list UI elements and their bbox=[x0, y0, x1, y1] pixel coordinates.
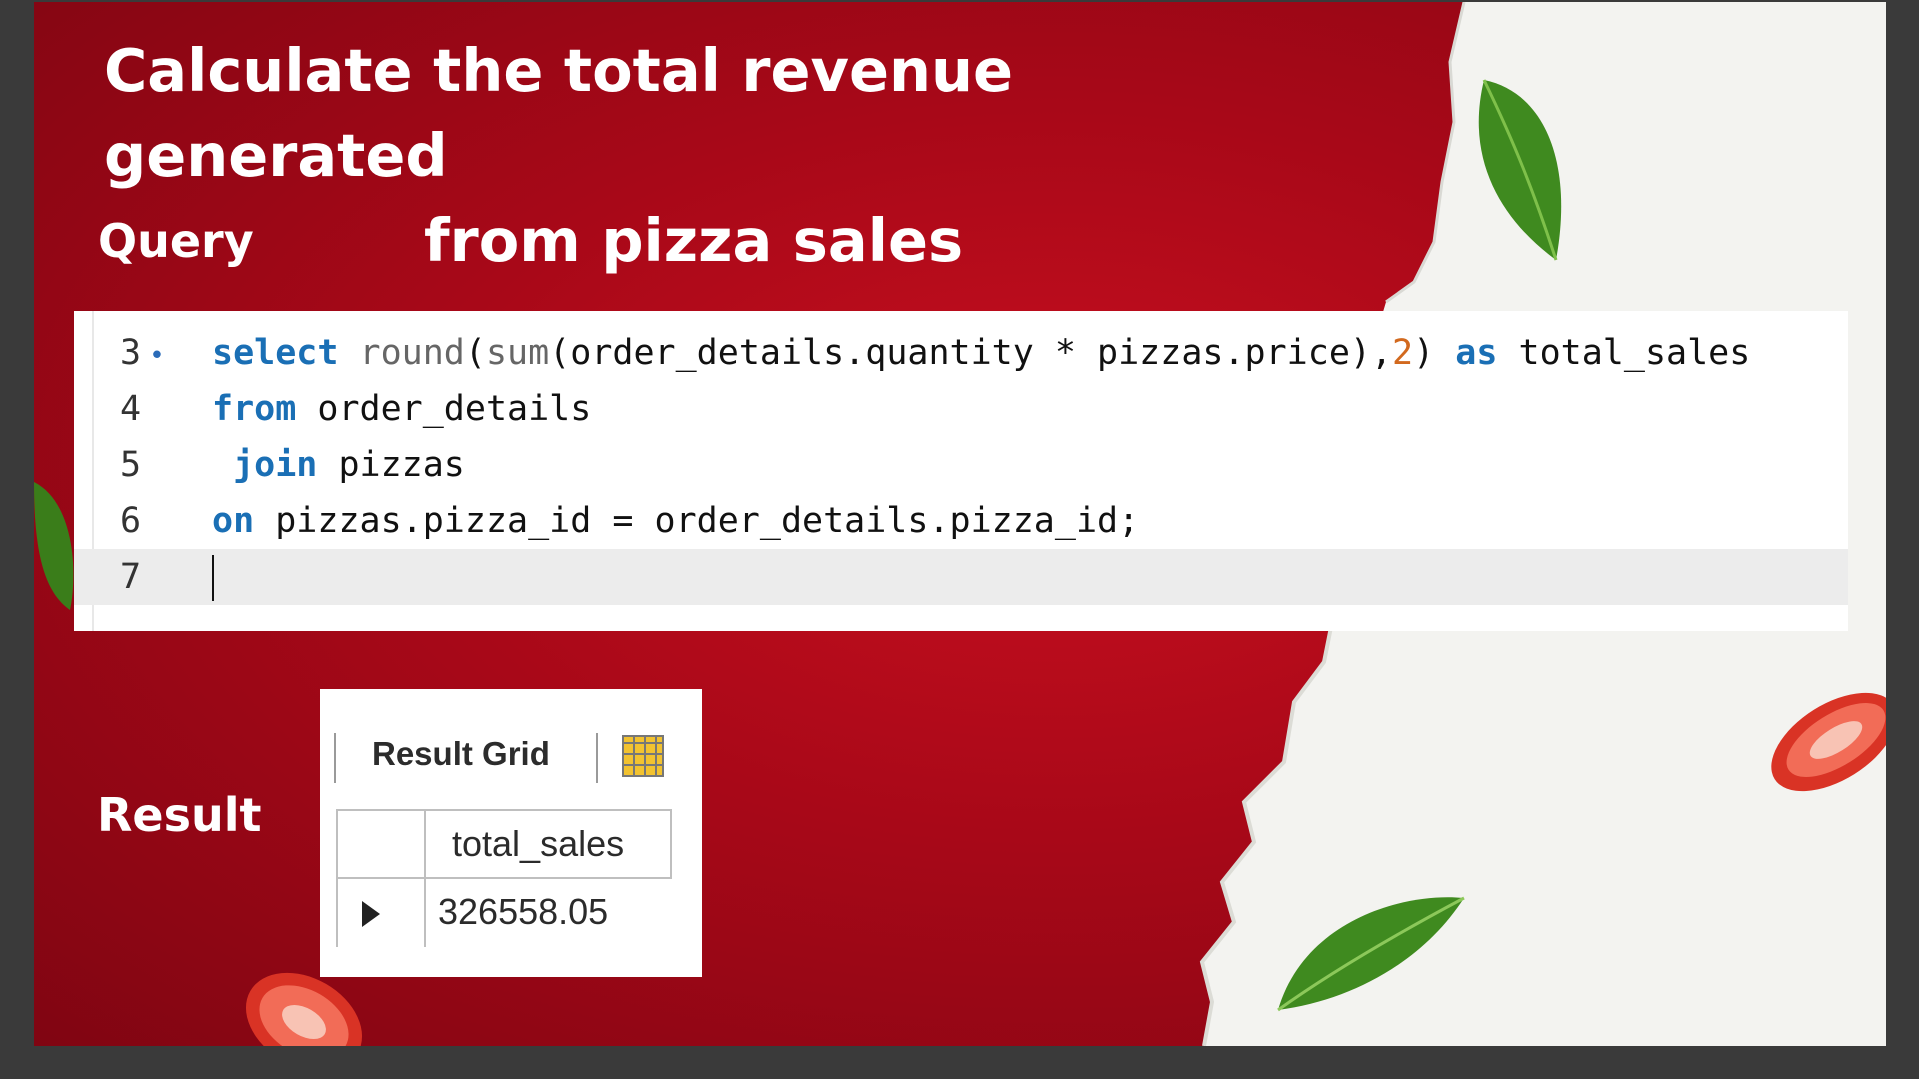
basil-leaf-bottom bbox=[1277, 896, 1465, 1012]
tomato-slice-right bbox=[1771, 692, 1886, 792]
code-token-number: 2 bbox=[1392, 333, 1414, 373]
code-token-keyword: join bbox=[233, 445, 318, 485]
column-header-total-sales[interactable]: total_sales bbox=[426, 811, 672, 879]
result-grid-tab[interactable]: Result Grid bbox=[372, 735, 550, 773]
code-line[interactable]: 5 join pizzas bbox=[74, 437, 1848, 493]
code-token-plain: pizzas.pizza_id = order_details.pizza_id… bbox=[254, 501, 1140, 541]
line-number: 6 bbox=[120, 501, 142, 541]
current-row-arrow-icon bbox=[362, 901, 380, 927]
basil-leaf-top bbox=[1478, 79, 1562, 261]
code-token-plain: total_sales bbox=[1497, 333, 1751, 373]
code-token-function: sum bbox=[485, 333, 550, 373]
toolbar-separator bbox=[334, 733, 336, 783]
code-token-keyword: from bbox=[212, 389, 297, 429]
row-indicator[interactable] bbox=[338, 879, 426, 947]
table-cell-total-sales[interactable]: 326558.05 bbox=[426, 879, 672, 947]
code-text: join pizzas bbox=[212, 437, 465, 493]
text-cursor bbox=[212, 555, 214, 601]
code-text: select round(sum(order_details.quantity … bbox=[212, 325, 1750, 381]
basil-leaf-left bbox=[34, 482, 74, 610]
query-label: Query bbox=[98, 214, 254, 268]
code-text: on pizzas.pizza_id = order_details.pizza… bbox=[212, 493, 1139, 549]
line-number: 7 bbox=[120, 557, 142, 597]
code-token-function: round bbox=[359, 333, 465, 373]
code-token-keyword: on bbox=[212, 501, 255, 541]
line-number: 4 bbox=[120, 389, 142, 429]
code-line[interactable]: 4 from order_details bbox=[74, 381, 1848, 437]
code-line[interactable]: 6 on pizzas.pizza_id = order_details.pizz… bbox=[74, 493, 1848, 549]
result-table: total_sales 326558.05 bbox=[336, 809, 672, 947]
table-corner-cell[interactable] bbox=[338, 811, 426, 879]
toolbar-separator bbox=[596, 733, 598, 783]
code-token-keyword: select bbox=[212, 333, 339, 373]
code-token-plain: ) bbox=[1413, 333, 1456, 373]
code-token-keyword: as bbox=[1455, 333, 1498, 373]
statement-marker-icon: • bbox=[149, 341, 165, 371]
slide: Calculate the total revenue generated fr… bbox=[34, 2, 1886, 1046]
result-grid-panel: Result Grid total_sales 326558.05 bbox=[320, 689, 702, 977]
code-text: from order_details bbox=[212, 381, 591, 437]
code-line[interactable]: 3 • select round(sum(order_details.quantit… bbox=[74, 325, 1848, 381]
grid-layout-icon[interactable] bbox=[622, 735, 664, 777]
line-number: 5 bbox=[120, 445, 142, 485]
title-line-1: Calculate the total revenue generated bbox=[104, 36, 1013, 190]
sql-editor[interactable]: 3 • select round(sum(order_details.quantit… bbox=[74, 311, 1848, 631]
code-token-plain: order_details bbox=[296, 389, 592, 429]
result-label: Result bbox=[97, 788, 262, 842]
line-number: 3 • bbox=[120, 333, 165, 373]
code-token-plain: ( bbox=[464, 333, 486, 373]
code-token-plain: (order_details.quantity * pizzas.price), bbox=[549, 333, 1393, 373]
title-line-2: from pizza sales bbox=[424, 206, 964, 275]
slide-title: Calculate the total revenue generated fr… bbox=[104, 28, 1304, 283]
code-line[interactable]: 7 bbox=[74, 549, 1848, 605]
result-grid-toolbar: Result Grid bbox=[334, 729, 674, 783]
code-token-plain: pizzas bbox=[317, 445, 465, 485]
